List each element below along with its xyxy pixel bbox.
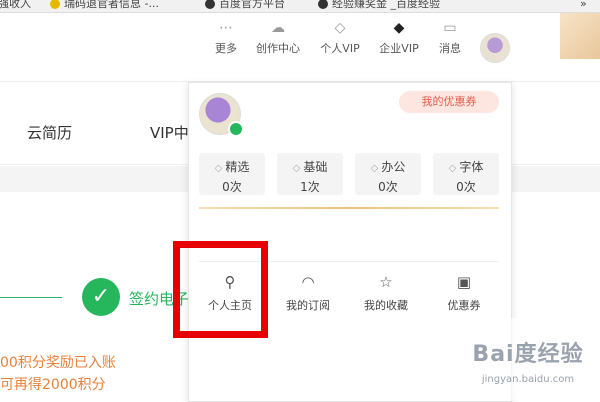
- nav-messages[interactable]: ▭ 消息: [426, 20, 474, 56]
- subnav-item-resume[interactable]: 云简历: [27, 122, 72, 143]
- vip-divider: [199, 207, 499, 209]
- reward-text: 可再得2000积分: [0, 377, 106, 393]
- bookmark-overflow-button[interactable]: »: [580, 0, 587, 9]
- bookmark-icon: [205, 0, 215, 9]
- action-coupons[interactable]: ▣ 优惠券: [429, 273, 499, 313]
- my-coupons-button[interactable]: 我的优惠券: [399, 91, 499, 113]
- highlight-annotation: [173, 241, 268, 338]
- nav-creator-center[interactable]: ☁ 创作中心: [254, 20, 302, 56]
- corner-decoration: [560, 13, 600, 59]
- quota-row: ◇ 精选 0次 ◇ 基础 1次 ◇ 办公 0次 ◇ 字体 0次: [199, 153, 499, 195]
- star-icon: ☆: [379, 273, 393, 291]
- diamond-icon: ◇: [292, 163, 301, 174]
- action-my-favorites[interactable]: ☆ 我的收藏: [351, 273, 421, 313]
- baidu-jingyan-watermark: Bai度经验 jingyan.baidu.com: [458, 318, 598, 400]
- bookmark-item[interactable]: 瑞码退官者信息 -...: [50, 0, 159, 9]
- diamond-crown-icon: ◆: [393, 20, 405, 36]
- diamond-icon: ◇: [334, 20, 346, 36]
- cloud-upload-icon: ☁: [271, 20, 285, 36]
- action-my-subscriptions[interactable]: ◠ 我的订阅: [273, 273, 343, 313]
- quota-card-office[interactable]: ◇ 办公 0次: [355, 153, 421, 195]
- subnav-item-vip[interactable]: VIP中: [150, 122, 189, 143]
- bookmark-icon: [50, 0, 60, 9]
- message-icon: ▭: [443, 20, 457, 36]
- quota-card-featured[interactable]: ◇ 精选 0次: [199, 153, 265, 195]
- progress-line: [0, 297, 62, 298]
- diamond-icon: ◇: [448, 163, 457, 174]
- nav-personal-vip[interactable]: ◇ 个人VIP: [316, 20, 364, 56]
- rss-icon: ◠: [301, 273, 315, 291]
- quota-card-basic[interactable]: ◇ 基础 1次: [277, 153, 343, 195]
- user-avatar[interactable]: [480, 33, 510, 63]
- bookmark-item[interactable]: 百度官方平台: [205, 0, 285, 9]
- quota-card-font[interactable]: ◇ 字体 0次: [433, 153, 499, 195]
- diamond-icon: ◇: [214, 163, 223, 174]
- check-circle-icon: ✓: [82, 278, 120, 316]
- bookmark-bar: 强收入 瑞码退官者信息 -... 百度官方平台 经验赚奖金 _百度经验 »: [0, 0, 600, 13]
- nav-more[interactable]: ⋯ 更多: [202, 20, 250, 56]
- bookmark-icon: [318, 0, 328, 9]
- vip-badge-icon: [228, 121, 244, 137]
- ticket-icon: ▣: [456, 273, 472, 291]
- reward-text: 00积分奖励已入账: [0, 355, 116, 371]
- nav-enterprise-vip[interactable]: ◆ 企业VIP: [375, 20, 423, 56]
- diamond-icon: ◇: [370, 163, 379, 174]
- bookmark-item[interactable]: 经验赚奖金 _百度经验: [318, 0, 440, 9]
- bookmark-item[interactable]: 强收入: [0, 0, 31, 9]
- more-dots-icon: ⋯: [219, 20, 233, 36]
